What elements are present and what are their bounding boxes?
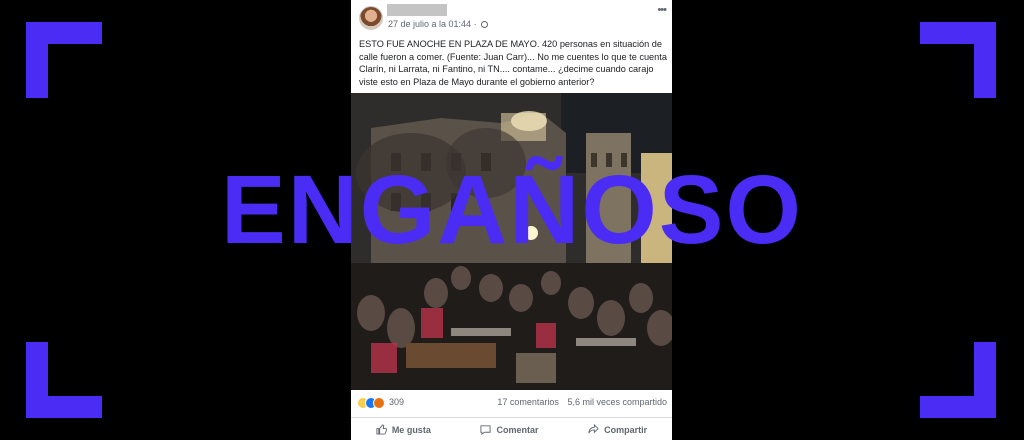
- angry-reaction-icon[interactable]: [373, 397, 385, 409]
- author-name-redacted[interactable]: [387, 4, 447, 16]
- reactions-bar: 309 17 comentarios 5,6 mil veces compart…: [357, 397, 667, 411]
- corner-bracket-bottom-right: [974, 342, 996, 418]
- avatar[interactable]: [359, 6, 383, 30]
- share-button-label: Compartir: [604, 424, 648, 435]
- post-text: ESTO FUE ANOCHE EN PLAZA DE MAYO. 420 pe…: [359, 39, 667, 87]
- comment-button[interactable]: Comentar: [480, 424, 538, 435]
- post-date[interactable]: 27 de julio a la 01:44: [388, 19, 471, 29]
- reaction-count[interactable]: 309: [389, 397, 404, 407]
- more-options-icon[interactable]: •••: [657, 4, 667, 16]
- corner-bracket-top-left: [26, 22, 48, 98]
- misleading-stamp: ENGAÑOSO: [221, 155, 803, 264]
- comment-count[interactable]: 17 comentarios: [497, 397, 559, 407]
- post-stats: 17 comentarios 5,6 mil veces compartido: [491, 397, 667, 407]
- like-button[interactable]: Me gusta: [376, 424, 431, 435]
- post-actions: Me gusta Comentar Compartir: [351, 417, 672, 440]
- post-meta: 27 de julio a la 01:44 ·: [388, 19, 489, 29]
- post-header: 27 de julio a la 01:44 · •••: [351, 0, 672, 36]
- share-count[interactable]: 5,6 mil veces compartido: [567, 397, 667, 407]
- comment-button-label: Comentar: [496, 424, 539, 435]
- share-icon: [588, 424, 599, 434]
- corner-bracket-bottom-left: [26, 342, 48, 418]
- comment-icon: [480, 425, 492, 435]
- share-button[interactable]: Compartir: [588, 424, 647, 435]
- globe-icon: [481, 21, 489, 28]
- thumbs-up-icon: [376, 424, 387, 435]
- corner-bracket-top-right: [974, 22, 996, 98]
- like-button-label: Me gusta: [391, 424, 431, 435]
